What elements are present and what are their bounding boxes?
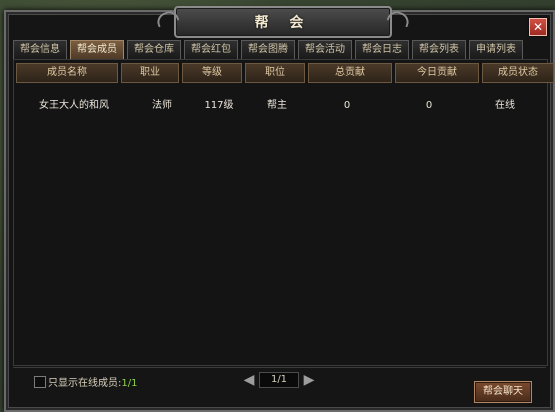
online-count: 1/1 [121, 378, 138, 389]
close-button[interactable]: ✕ [529, 18, 547, 36]
tab-guild-members[interactable]: 帮会成员 [70, 40, 124, 59]
page-indicator: 1/1 [259, 372, 299, 388]
header-today-contribution[interactable]: 今日贡献 [395, 63, 479, 83]
header-class[interactable]: 职业 [121, 63, 179, 83]
tab-guild-red-packet[interactable]: 帮会红包 [184, 40, 238, 59]
member-class: 法师 [152, 100, 172, 111]
member-total-contribution: 0 [343, 100, 351, 111]
tab-guild-warehouse[interactable]: 帮会仓库 [127, 40, 181, 59]
header-member-name[interactable]: 成员名称 [16, 63, 118, 83]
table-row[interactable]: 女王大人的和风 法师 117级 帮主 0 0 在线 [14, 98, 547, 114]
tab-application-list[interactable]: 申请列表 [469, 40, 523, 59]
member-today-contribution: 0 [425, 100, 433, 111]
member-name: 女王大人的和风 [39, 100, 109, 111]
online-only-label: 只显示在线成员:1/1 [48, 378, 138, 389]
member-position: 帮主 [267, 100, 287, 111]
title-ornament-right-icon [386, 8, 412, 28]
header-member-status[interactable]: 成员状态 [482, 63, 554, 83]
header-total-contribution[interactable]: 总贡献 [308, 63, 392, 83]
next-page-icon[interactable]: ▶ [302, 373, 316, 387]
tab-guild-info[interactable]: 帮会信息 [13, 40, 67, 59]
tab-guild-totem[interactable]: 帮会图腾 [241, 40, 295, 59]
footer-divider [13, 367, 546, 368]
title-ornament-left-icon [154, 8, 180, 28]
window-title: 帮 会 [254, 15, 312, 31]
close-icon: ✕ [532, 20, 544, 34]
member-status: 在线 [495, 100, 515, 111]
tab-bar: 帮会信息 帮会成员 帮会仓库 帮会红包 帮会图腾 帮会活动 帮会日志 帮会列表 … [13, 40, 523, 59]
tab-guild-activity[interactable]: 帮会活动 [298, 40, 352, 59]
prev-page-icon[interactable]: ◀ [242, 373, 256, 387]
guild-window: 帮 会 ✕ 帮会信息 帮会成员 帮会仓库 帮会红包 帮会图腾 帮会活动 帮会日志… [4, 6, 555, 412]
tab-guild-log[interactable]: 帮会日志 [355, 40, 409, 59]
online-only-checkbox[interactable] [34, 376, 46, 388]
tab-guild-list[interactable]: 帮会列表 [412, 40, 466, 59]
guild-chat-button[interactable]: 帮会聊天 [474, 381, 532, 403]
table-header: 成员名称 职业 等级 职位 总贡献 今日贡献 成员状态 [16, 63, 554, 83]
header-level[interactable]: 等级 [182, 63, 242, 83]
member-level: 117级 [204, 100, 234, 111]
header-position[interactable]: 职位 [245, 63, 305, 83]
members-panel: 成员名称 职业 等级 职位 总贡献 今日贡献 成员状态 女王大人的和风 法师 1… [13, 59, 554, 366]
title-plate: 帮 会 [154, 6, 412, 38]
pagination: ◀ 1/1 ▶ [242, 372, 316, 388]
